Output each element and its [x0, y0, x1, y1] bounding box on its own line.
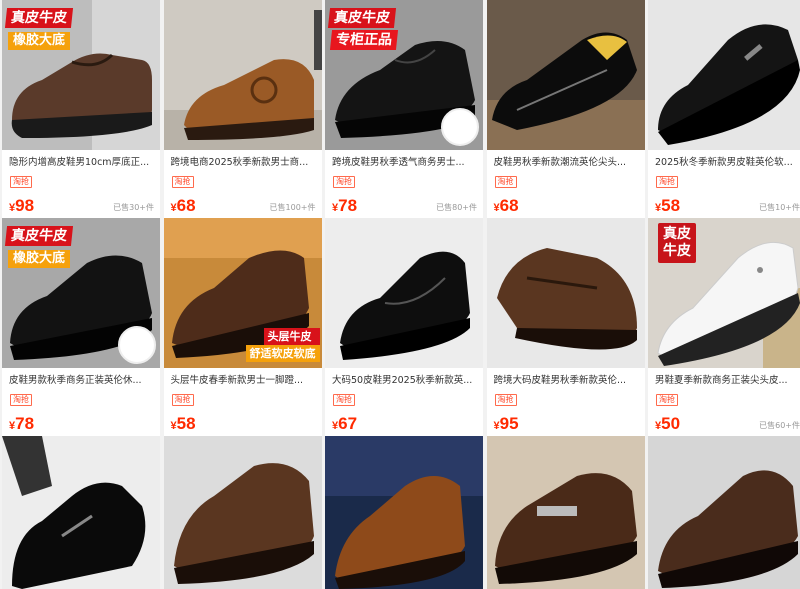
- product-image[interactable]: [163, 436, 322, 589]
- product-title[interactable]: 男鞋夏季新款商务正装尖头皮...: [655, 374, 800, 387]
- product-card[interactable]: 2025秋冬季新款男皮鞋英伦软... 淘抢 ¥58 已售10+件: [648, 0, 800, 218]
- product-title[interactable]: 跨境大码皮鞋男秋季新款英伦...: [494, 374, 640, 387]
- product-image[interactable]: 真皮牛皮 专柜正品: [325, 0, 483, 150]
- product-image[interactable]: [163, 0, 322, 150]
- promo-tag: 淘抢: [171, 394, 194, 406]
- product-card[interactable]: [163, 436, 322, 589]
- promo-tag: 淘抢: [494, 176, 517, 188]
- product-card[interactable]: 头层牛皮 舒适软皮软底 头层牛皮春季新款男士一脚蹬... 淘抢 ¥58: [163, 218, 322, 436]
- top-layer-leather-badge: 头层牛皮: [263, 328, 320, 345]
- product-card[interactable]: 皮鞋男秋季新款潮流英伦尖头... 淘抢 ¥68: [486, 0, 645, 218]
- product-card[interactable]: 跨境大码皮鞋男秋季新款英伦... 淘抢 ¥95: [486, 218, 645, 436]
- authentic-badge: 专柜正品: [329, 30, 399, 50]
- shoe-thumbnail-icon: [441, 108, 479, 146]
- promo-tag: 淘抢: [494, 394, 517, 406]
- product-price: ¥67: [332, 414, 358, 433]
- product-price: ¥95: [493, 414, 519, 433]
- soft-sole-badge: 舒适软皮软底: [245, 345, 320, 362]
- badge-stack: 头层牛皮 舒适软皮软底: [245, 328, 320, 362]
- sold-count: 已售60+件: [759, 421, 800, 430]
- product-image[interactable]: 头层牛皮 舒适软皮软底: [163, 218, 322, 368]
- promo-tag: 淘抢: [171, 176, 194, 188]
- promo-tag: 淘抢: [656, 176, 678, 188]
- product-card[interactable]: 跨境电商2025秋季新款男士商... 淘抢 ¥68 已售100+件: [163, 0, 322, 218]
- product-price: ¥58: [655, 196, 681, 215]
- product-grid: 真皮牛皮 橡胶大底 隐形内增高皮鞋男10cm厚底正... 淘抢 ¥98 已售30…: [0, 0, 800, 589]
- product-title[interactable]: 2025秋冬季新款男皮鞋英伦软...: [655, 156, 800, 169]
- product-image[interactable]: [486, 436, 645, 589]
- promo-tag: 淘抢: [10, 394, 32, 406]
- sold-count: 已售10+件: [759, 203, 800, 212]
- product-card[interactable]: [325, 436, 483, 589]
- product-image[interactable]: [648, 436, 800, 589]
- promo-tag: 淘抢: [333, 394, 355, 406]
- promo-tag: 淘抢: [656, 394, 678, 406]
- promo-tag: 淘抢: [10, 176, 32, 188]
- product-image[interactable]: [2, 436, 160, 589]
- product-card[interactable]: 大码50皮鞋男2025秋季新款英... 淘抢 ¥67: [325, 218, 483, 436]
- product-image[interactable]: [325, 436, 483, 589]
- product-image[interactable]: 真皮牛皮 橡胶大底: [2, 0, 160, 150]
- product-price: ¥50: [655, 414, 681, 433]
- product-price: ¥68: [170, 196, 196, 215]
- sold-count: 已售80+件: [436, 203, 477, 212]
- product-card[interactable]: [2, 436, 160, 589]
- product-image[interactable]: [486, 218, 645, 368]
- product-card[interactable]: [486, 436, 645, 589]
- product-title[interactable]: 隐形内增高皮鞋男10cm厚底正...: [9, 156, 155, 169]
- product-title[interactable]: 皮鞋男秋季新款潮流英伦尖头...: [494, 156, 640, 169]
- product-price: ¥68: [493, 196, 519, 215]
- leather-badge: 真皮牛皮: [4, 226, 74, 246]
- product-image[interactable]: 真皮 牛皮: [648, 218, 800, 368]
- product-card[interactable]: 真皮牛皮 橡胶大底 隐形内增高皮鞋男10cm厚底正... 淘抢 ¥98 已售30…: [2, 0, 160, 218]
- leather-badge: 真皮牛皮: [4, 8, 74, 28]
- product-image[interactable]: [325, 218, 483, 368]
- rubber-sole-badge: 橡胶大底: [8, 32, 71, 50]
- rubber-sole-badge: 橡胶大底: [8, 250, 71, 268]
- product-price: ¥78: [9, 414, 35, 433]
- product-card[interactable]: 真皮 牛皮 男鞋夏季新款商务正装尖头皮... 淘抢 ¥50 已售60+件: [648, 218, 800, 436]
- product-card[interactable]: 真皮牛皮 橡胶大底 皮鞋男款秋季商务正装英伦休... 淘抢 ¥78: [2, 218, 160, 436]
- product-card[interactable]: 真皮牛皮 专柜正品 跨境皮鞋男秋季透气商务男士... 淘抢 ¥78 已售80+件: [325, 0, 483, 218]
- product-image[interactable]: [648, 0, 800, 150]
- sold-count: 已售30+件: [113, 203, 154, 212]
- product-price: ¥78: [332, 196, 358, 215]
- product-title[interactable]: 头层牛皮春季新款男士一脚蹬...: [171, 374, 317, 387]
- product-image[interactable]: [486, 0, 645, 150]
- product-image[interactable]: 真皮牛皮 橡胶大底: [2, 218, 160, 368]
- shoe-thumbnail-icon: [118, 326, 156, 364]
- sold-count: 已售100+件: [269, 203, 316, 212]
- product-card[interactable]: [648, 436, 800, 589]
- leather-badge: 真皮牛皮: [327, 8, 397, 28]
- leather-badge: 真皮牛皮: [658, 223, 696, 263]
- product-title[interactable]: 大码50皮鞋男2025秋季新款英...: [332, 374, 478, 387]
- product-title[interactable]: 跨境电商2025秋季新款男士商...: [171, 156, 317, 169]
- product-title[interactable]: 皮鞋男款秋季商务正装英伦休...: [9, 374, 155, 387]
- product-price: ¥98: [9, 196, 35, 215]
- promo-tag: 淘抢: [333, 176, 355, 188]
- product-price: ¥58: [170, 414, 196, 433]
- product-title[interactable]: 跨境皮鞋男秋季透气商务男士...: [332, 156, 478, 169]
